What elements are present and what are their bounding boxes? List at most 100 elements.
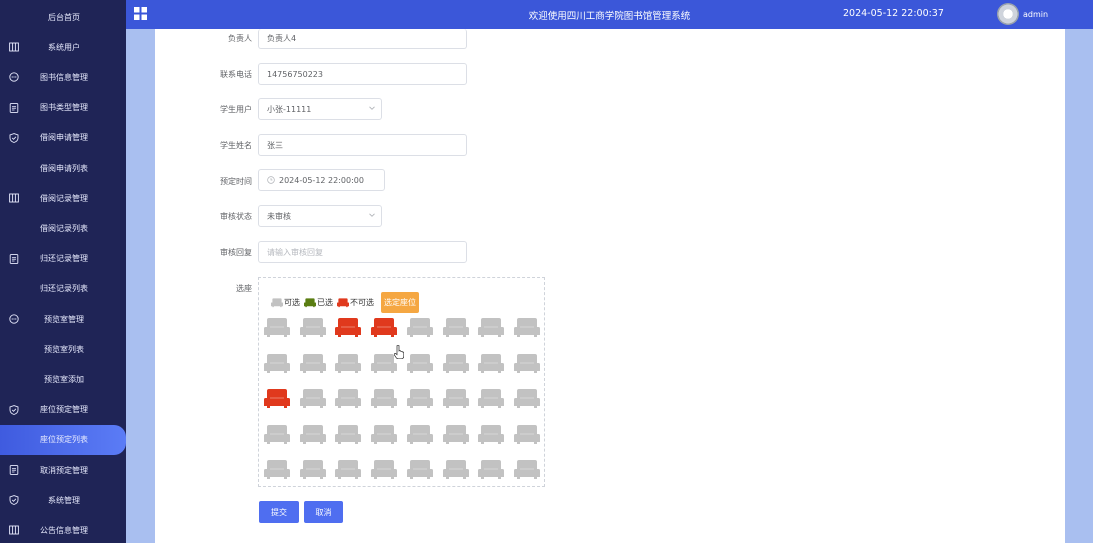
sidebar-item[interactable]: 系统管理 (0, 485, 126, 515)
seat-available[interactable] (513, 352, 540, 374)
sidebar-item-label: 后台首页 (48, 12, 80, 22)
shield-icon (9, 404, 19, 415)
seat-selector: 可选 已选 不可选 选定座位 (258, 277, 545, 487)
seat-available-icon (271, 298, 283, 308)
seat-icon (478, 424, 505, 444)
sidebar-item[interactable]: 取消预定管理 (0, 455, 126, 485)
sidebar-item[interactable]: 座位预定管理 (0, 395, 126, 425)
seat-icon (406, 424, 433, 444)
seat-available[interactable] (442, 423, 469, 445)
clock-display: 2024-05-12 22:00:37 (843, 8, 944, 19)
seat-icon (478, 460, 505, 479)
sidebar-item[interactable]: 图书信息管理 (0, 62, 126, 92)
seat-available[interactable] (299, 423, 326, 445)
seat-available[interactable] (264, 423, 290, 445)
seat-available[interactable] (478, 458, 505, 480)
sidebar-item[interactable]: 借阅记录管理 (0, 183, 126, 213)
choose-seat-button[interactable]: 选定座位 (381, 292, 419, 313)
submit-button[interactable]: 提交 (259, 501, 299, 523)
seat-available[interactable] (299, 458, 326, 480)
seat-available[interactable] (371, 423, 398, 445)
seat-icon (478, 353, 505, 373)
seat-available[interactable] (335, 458, 362, 480)
sidebar-item[interactable]: 预览室添加 (0, 364, 126, 394)
sidebar-item-label: 归还记录列表 (40, 284, 88, 294)
seat-available[interactable] (478, 387, 505, 409)
seat-available[interactable] (406, 352, 433, 374)
seat-available[interactable] (406, 458, 433, 480)
user-name[interactable]: admin (1023, 10, 1048, 19)
sidebar-item[interactable]: 预览室管理 (0, 304, 126, 334)
doc-icon (9, 465, 19, 475)
seat-icon (371, 424, 398, 444)
seat-available[interactable] (406, 387, 433, 409)
seat-available[interactable] (478, 352, 505, 374)
seat-available[interactable] (513, 423, 540, 445)
sidebar-item[interactable]: 归还记录列表 (0, 274, 126, 304)
seat-available[interactable] (335, 423, 362, 445)
seat-available[interactable] (371, 458, 398, 480)
sidebar-item-label: 预览室列表 (44, 344, 84, 354)
avatar-icon[interactable] (997, 3, 1019, 25)
seat-available[interactable] (371, 387, 398, 409)
sidebar-item[interactable]: 图书类型管理 (0, 93, 126, 123)
sidebar-item[interactable]: 借阅申请列表 (0, 153, 126, 183)
seat-available[interactable] (264, 458, 290, 480)
seat-available[interactable] (335, 352, 362, 374)
seat-icon (371, 318, 398, 337)
sidebar-item[interactable]: 借阅申请管理 (0, 123, 126, 153)
seat-available[interactable] (335, 387, 362, 409)
seat-available[interactable] (299, 316, 326, 338)
seat-available[interactable] (299, 387, 326, 409)
seat-icon (299, 389, 326, 408)
seat-icon (371, 389, 398, 408)
student-user-select[interactable]: 小张-11111 (258, 98, 382, 120)
seat-available[interactable] (442, 458, 469, 480)
seat-available[interactable] (513, 387, 540, 409)
sidebar-item[interactable]: 借阅记录列表 (0, 213, 126, 243)
cancel-button[interactable]: 取消 (304, 501, 343, 523)
seat-icon (442, 424, 469, 444)
status-select[interactable]: 未审核 (258, 205, 382, 227)
sidebar-item-label: 预览室添加 (44, 374, 84, 384)
sidebar-item[interactable]: 后台首页 (0, 2, 126, 32)
seat-available[interactable] (264, 316, 290, 338)
phone-field[interactable]: 14756750223 (258, 63, 467, 85)
seat-available[interactable] (478, 423, 505, 445)
seat-icon (406, 389, 433, 408)
seat-icon (264, 353, 290, 373)
seat-available[interactable] (513, 316, 540, 338)
seat-available[interactable] (442, 316, 469, 338)
columns-icon (9, 42, 19, 52)
seat-icon (264, 460, 290, 479)
seat-available[interactable] (299, 352, 326, 374)
seat-icon (335, 424, 362, 444)
seat-icon (442, 353, 469, 373)
seat-available[interactable] (478, 316, 505, 338)
seat-selected-icon (304, 298, 316, 308)
seat-available[interactable] (442, 387, 469, 409)
reply-field[interactable]: 请输入审核回复 (258, 241, 467, 263)
watermark: CSDN @BYSJ1987 (916, 515, 1066, 534)
seat-available[interactable] (513, 458, 540, 480)
seat-available[interactable] (406, 423, 433, 445)
seat-available[interactable] (264, 352, 290, 374)
seat-icon (335, 460, 362, 479)
seat-icon (513, 389, 540, 408)
sidebar-item[interactable]: 系统用户 (0, 32, 126, 62)
seat-available[interactable] (442, 352, 469, 374)
legend-unavailable-label: 不可选 (350, 298, 374, 307)
time-picker[interactable]: 2024-05-12 22:00:00 (258, 169, 385, 191)
person-field[interactable]: 负责人4 (258, 29, 467, 49)
phone-label: 联系电话 (220, 70, 252, 79)
student-name-field[interactable]: 张三 (258, 134, 467, 156)
shield-icon (9, 133, 19, 143)
sidebar-item[interactable]: 归还记录管理 (0, 244, 126, 274)
sidebar-item[interactable]: 预览室列表 (0, 334, 126, 364)
seat-icon (371, 460, 398, 479)
chevron-down-icon (369, 106, 375, 110)
sidebar-item[interactable]: 公告信息管理 (0, 515, 126, 543)
seat-available[interactable] (406, 316, 433, 338)
seat-icon (442, 460, 469, 479)
sidebar-item[interactable]: 座位预定列表 (0, 424, 126, 455)
